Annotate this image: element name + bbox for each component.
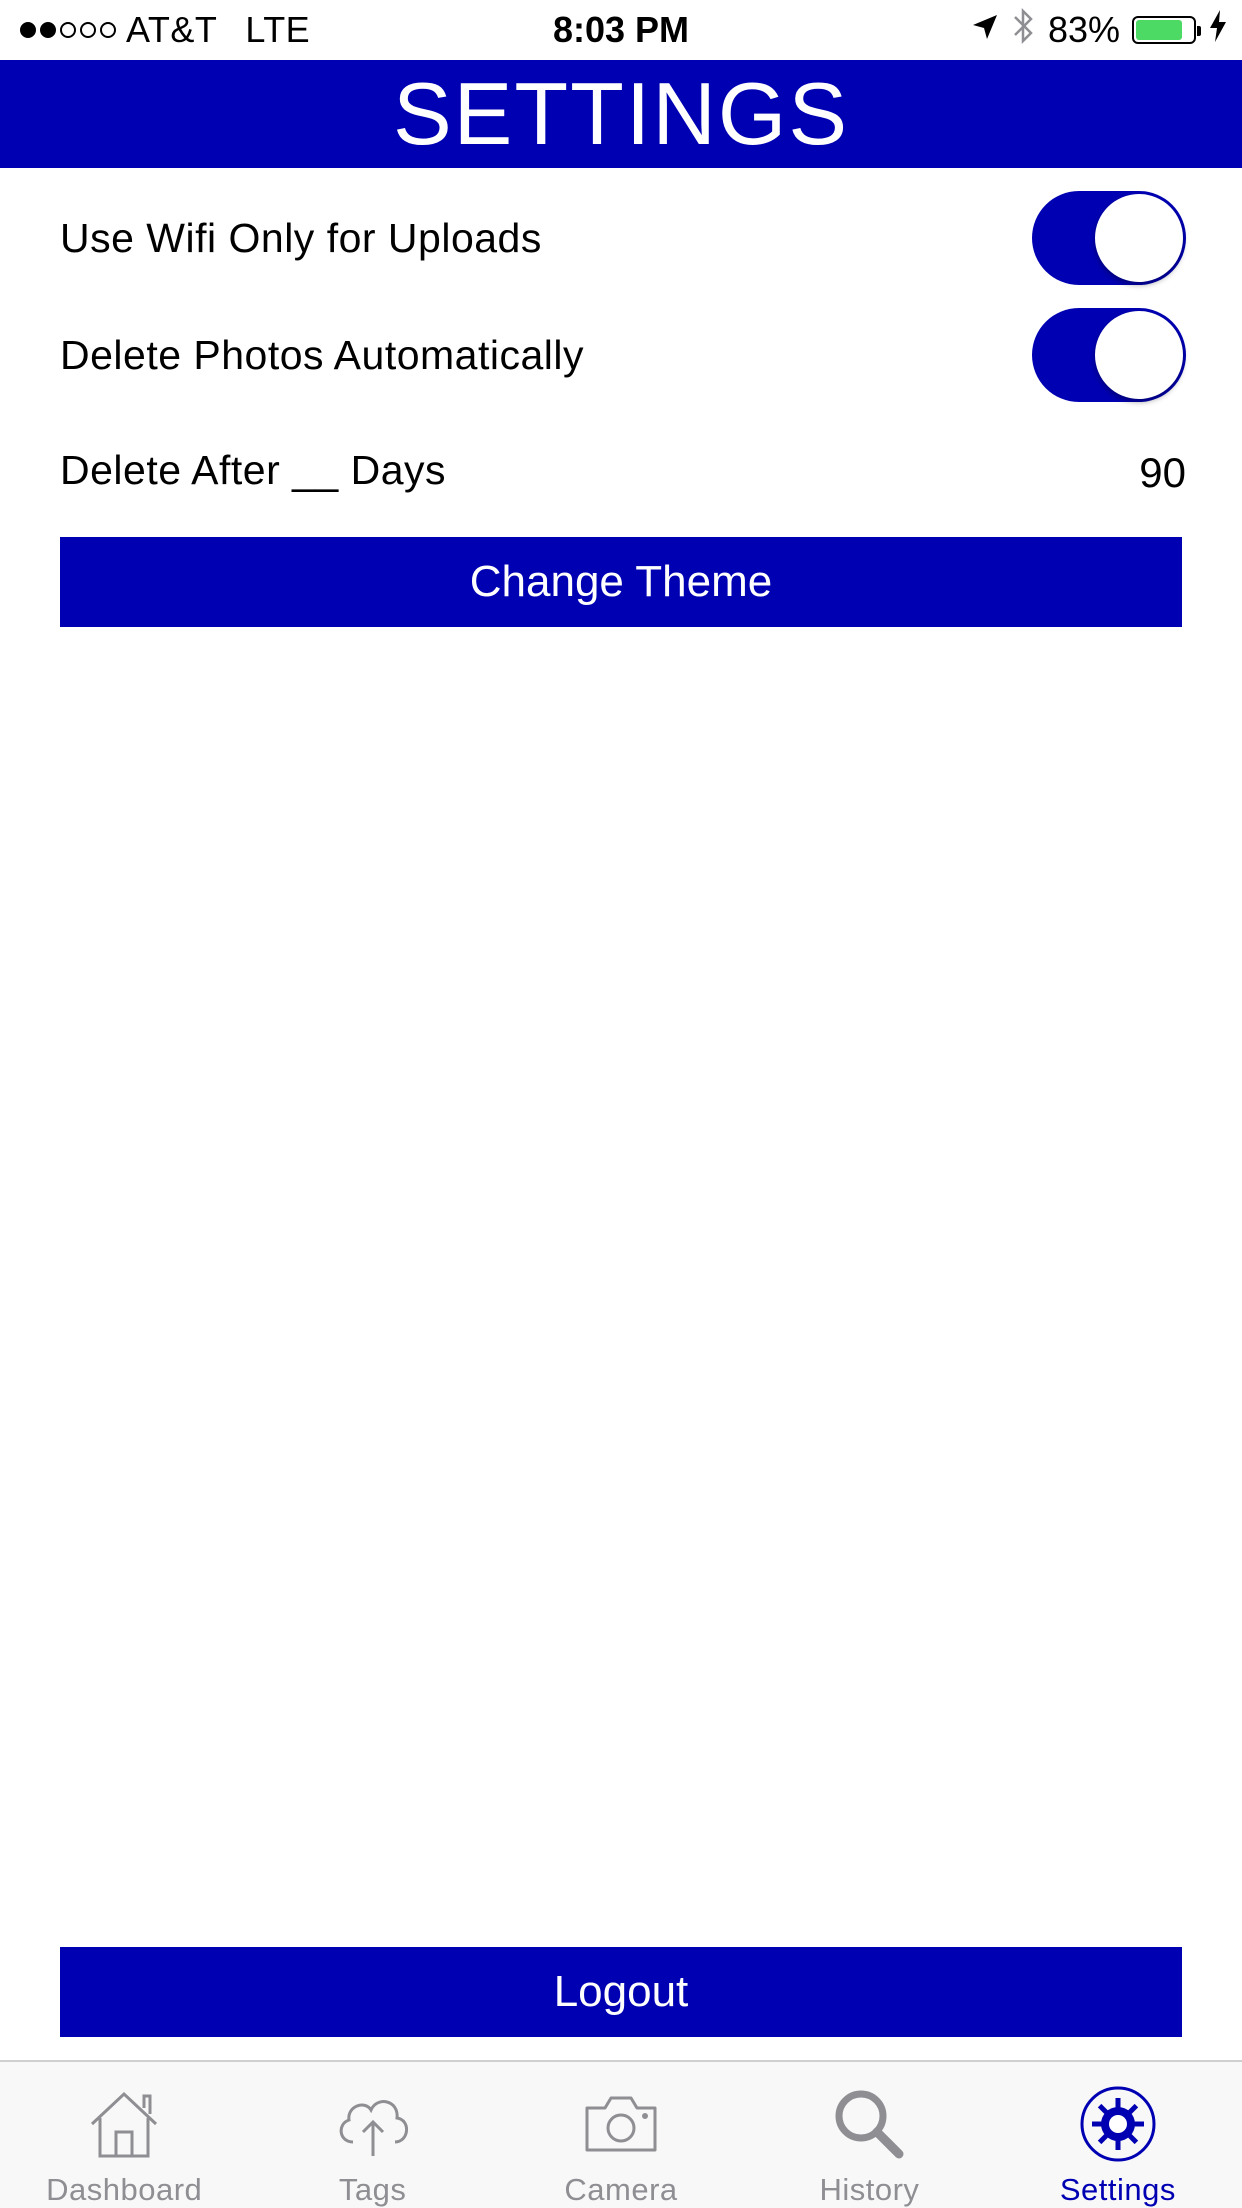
status-bar: AT&T LTE 8:03 PM 83% [0,0,1242,60]
tab-camera[interactable]: Camera [497,2062,745,2208]
battery-fill [1136,20,1183,40]
cloud-upload-icon [331,2082,415,2166]
settings-screen: AT&T LTE 8:03 PM 83% SETTINGS Use Wifi O [0,0,1242,2208]
setting-row-wifi-only: Use Wifi Only for Uploads [60,190,1186,286]
page-title: SETTINGS [392,64,850,163]
tab-tags[interactable]: Tags [248,2062,496,2208]
delete-auto-label: Delete Photos Automatically [60,331,584,378]
delete-after-label: Delete After __ Days [60,446,447,493]
location-arrow-icon [970,9,1000,51]
charging-bolt-icon [1208,9,1228,52]
toggle-knob [1095,311,1183,399]
tab-label: Camera [564,2172,678,2207]
tab-label: Tags [338,2172,407,2207]
house-icon [82,2082,166,2166]
tab-bar: Dashboard Tags Camera History Settings [0,2060,1242,2208]
battery-nub [1197,26,1201,36]
battery-icon [1132,16,1201,44]
tab-settings[interactable]: Settings [994,2062,1242,2208]
gear-icon [1076,2082,1160,2166]
setting-row-delete-auto: Delete Photos Automatically [60,307,1186,403]
header-bar: SETTINGS [0,60,1242,168]
logout-button[interactable]: Logout [60,1947,1182,2037]
tab-label: Dashboard [46,2172,203,2207]
change-theme-button[interactable]: Change Theme [60,537,1182,627]
tab-label: History [819,2172,920,2207]
delete-auto-toggle[interactable] [1032,308,1186,402]
wifi-only-label: Use Wifi Only for Uploads [60,214,542,261]
toggle-knob [1095,194,1183,282]
tab-label: Settings [1059,2172,1176,2207]
tab-dashboard[interactable]: Dashboard [0,2062,248,2208]
setting-row-delete-after: Delete After __ Days 90 [60,422,1186,518]
camera-icon [579,2082,663,2166]
status-right: 83% [970,7,1228,54]
battery-percent: 83% [1047,9,1120,50]
wifi-only-toggle[interactable] [1032,191,1186,285]
magnifier-icon [827,2082,911,2166]
delete-after-days-input[interactable]: 90 [1139,449,1186,497]
tab-history[interactable]: History [745,2062,993,2208]
bluetooth-icon [1012,7,1036,54]
